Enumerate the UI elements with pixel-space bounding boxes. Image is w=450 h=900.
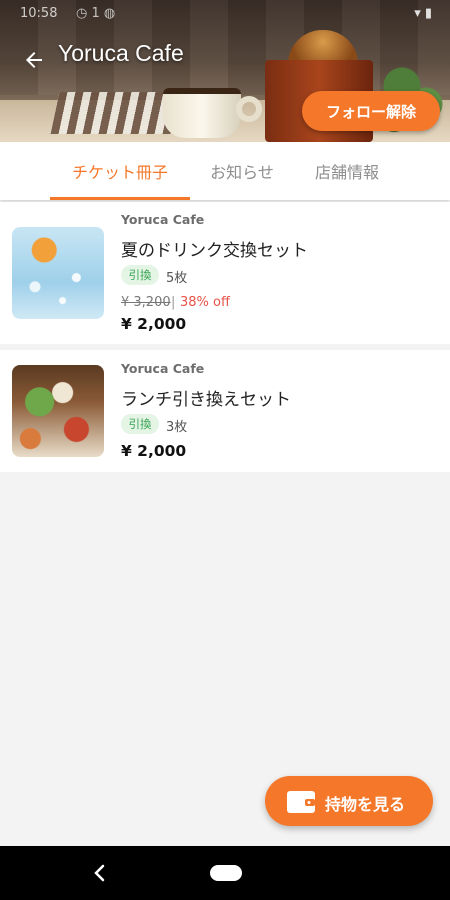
ticket-title: ランチ引き換えセット	[121, 390, 291, 410]
exchange-badge: 引換	[121, 265, 159, 285]
arrow-left-icon	[26, 52, 42, 68]
original-price: ¥ 3,200	[121, 295, 171, 310]
price-separator: |	[171, 295, 176, 310]
ticket-thumbnail	[12, 227, 104, 319]
status-time: 10:58	[20, 6, 58, 21]
status-bar: 10:58 ◷ 1 ◍ ▾ ▮	[0, 0, 450, 28]
ticket-thumbnail	[12, 365, 104, 457]
ticket-count: 5枚	[166, 271, 188, 286]
tab-store-info[interactable]: 店舗情報	[294, 142, 400, 200]
tab-ticket-booklet[interactable]: チケット冊子	[50, 142, 190, 200]
tab-active-indicator	[50, 197, 190, 200]
exchange-badge: 引換	[121, 414, 159, 434]
ticket-title: 夏のドリンク交換セット	[121, 241, 308, 261]
back-button[interactable]	[18, 44, 50, 76]
view-belongings-button[interactable]: 持物を見る	[265, 776, 433, 826]
system-nav-bar	[0, 846, 450, 900]
status-indicators: ◷ 1 ◍	[76, 6, 116, 21]
hero-coffee-cup	[163, 88, 241, 138]
tab-news[interactable]: お知らせ	[190, 142, 294, 200]
ticket-count: 3枚	[166, 420, 188, 435]
discount-label: 38% off	[180, 295, 230, 310]
nav-back-icon[interactable]	[90, 862, 110, 884]
nav-home-pill[interactable]	[210, 865, 242, 881]
wallet-icon	[287, 791, 315, 813]
hero-cloth	[50, 92, 180, 134]
tab-bar: チケット冊子 お知らせ 店舗情報	[0, 142, 450, 200]
ticket-card[interactable]: Yoruca Cafe ランチ引き換えセット 引換 3枚 ¥ 2,000	[0, 350, 450, 472]
page-title: Yoruca Cafe	[58, 40, 184, 66]
ticket-price: ¥ 2,000	[121, 442, 187, 460]
unfollow-button[interactable]: フォロー解除	[302, 91, 440, 131]
ticket-price: ¥ 2,000	[121, 315, 187, 333]
ticket-card[interactable]: Yoruca Cafe 夏のドリンク交換セット 引換 5枚 ¥ 3,200 | …	[0, 202, 450, 344]
status-right-icons: ▾ ▮	[414, 6, 432, 21]
view-belongings-label: 持物を見る	[325, 795, 406, 814]
hero-cup-handle	[236, 96, 262, 122]
ticket-shop-name: Yoruca Cafe	[121, 212, 205, 227]
ticket-shop-name: Yoruca Cafe	[121, 361, 205, 376]
